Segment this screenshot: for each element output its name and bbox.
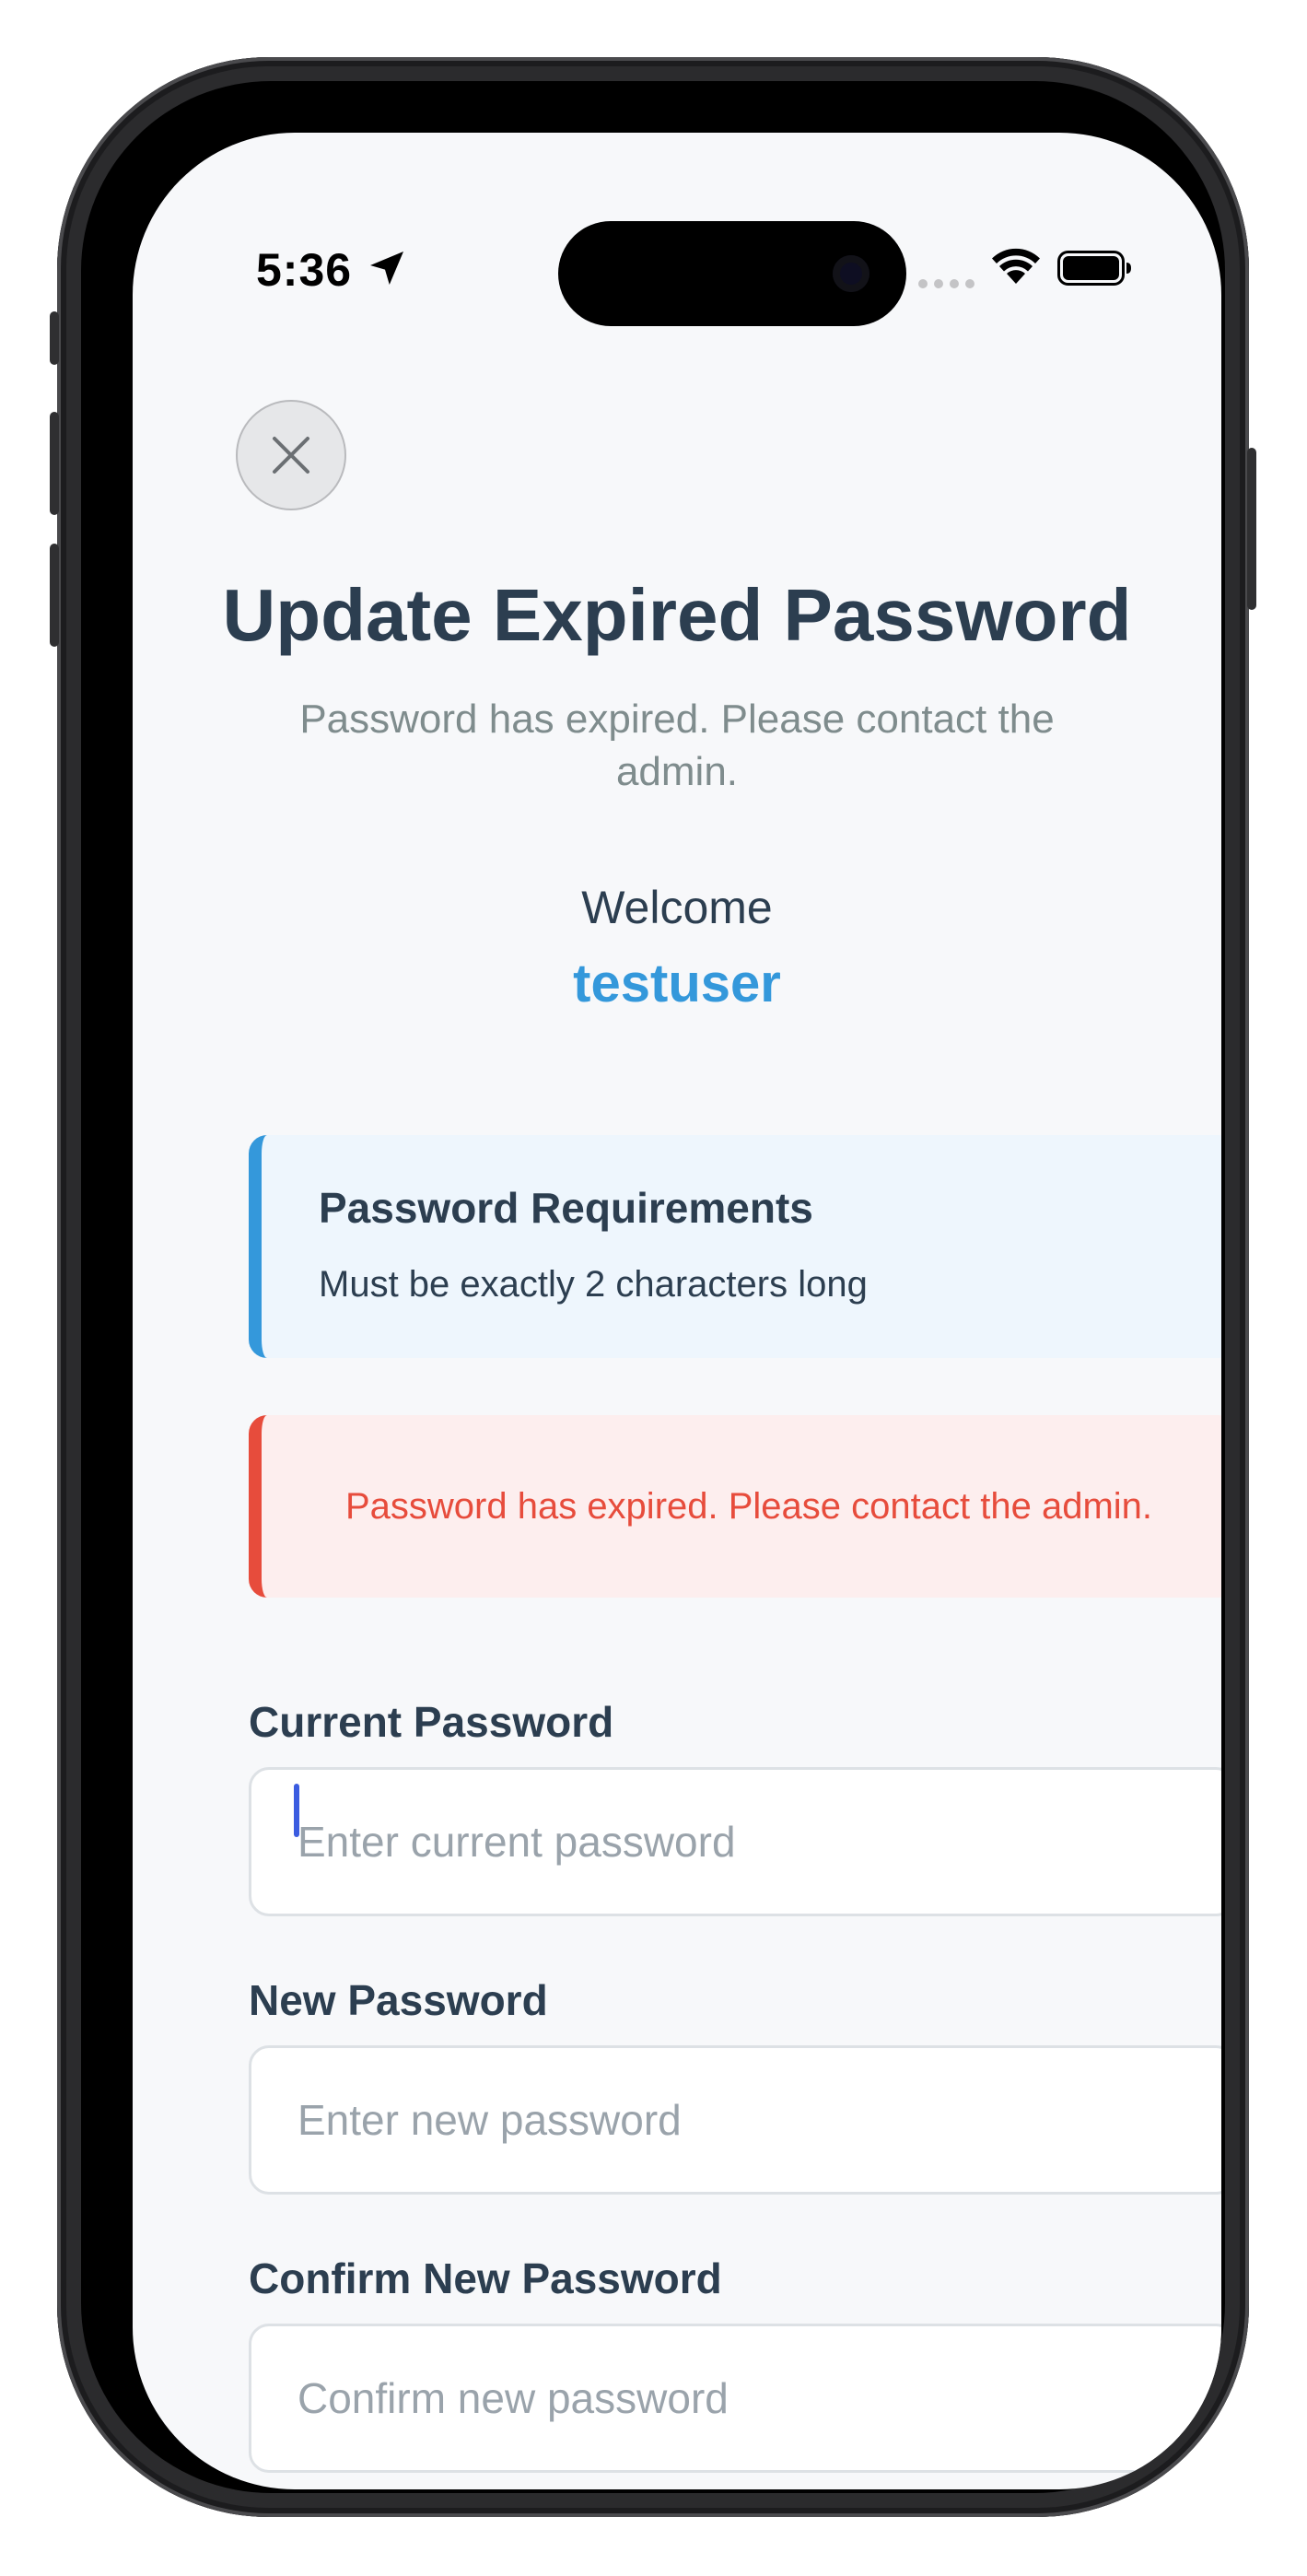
current-password-input[interactable] [249, 1767, 1221, 1916]
password-requirements-box: Password Requirements Must be exactly 2 … [249, 1135, 1221, 1358]
battery-full-icon [1057, 251, 1131, 286]
error-message: Password has expired. Please contact the… [344, 1486, 1153, 1527]
error-alert: Password has expired. Please contact the… [249, 1415, 1221, 1598]
volume-up-button [50, 412, 59, 515]
volume-down-button [50, 544, 59, 647]
welcome-label: Welcome [581, 882, 773, 933]
power-button [1247, 448, 1256, 610]
new-password-input[interactable] [249, 2045, 1221, 2195]
close-button[interactable] [236, 400, 346, 510]
requirement-item: Must be exactly 2 characters long [319, 1264, 868, 1305]
current-password-label: Current Password [249, 1698, 614, 1746]
cellular-signal-icon [918, 279, 974, 288]
new-password-label: New Password [249, 1976, 548, 2024]
wifi-icon [992, 248, 1040, 284]
phone-bezel: 5:36 Update Expired Password Password ha… [81, 81, 1225, 2493]
dynamic-island [558, 221, 906, 326]
text-cursor [294, 1784, 299, 1837]
requirements-title: Password Requirements [319, 1184, 813, 1232]
location-arrow-icon [370, 252, 403, 285]
front-camera-icon [833, 255, 869, 292]
close-icon [273, 437, 309, 474]
phone-frame: 5:36 Update Expired Password Password ha… [50, 57, 1256, 2517]
confirm-password-label: Confirm New Password [249, 2254, 722, 2302]
page-subtitle: Password has expired. Please contact the… [299, 697, 1055, 794]
username-text: testuser [573, 954, 781, 1013]
screen: 5:36 Update Expired Password Password ha… [133, 133, 1221, 2489]
page-title: Update Expired Password [222, 574, 1132, 656]
action-button [50, 311, 59, 365]
status-time: 5:36 [256, 244, 353, 296]
confirm-password-input[interactable] [249, 2324, 1221, 2473]
